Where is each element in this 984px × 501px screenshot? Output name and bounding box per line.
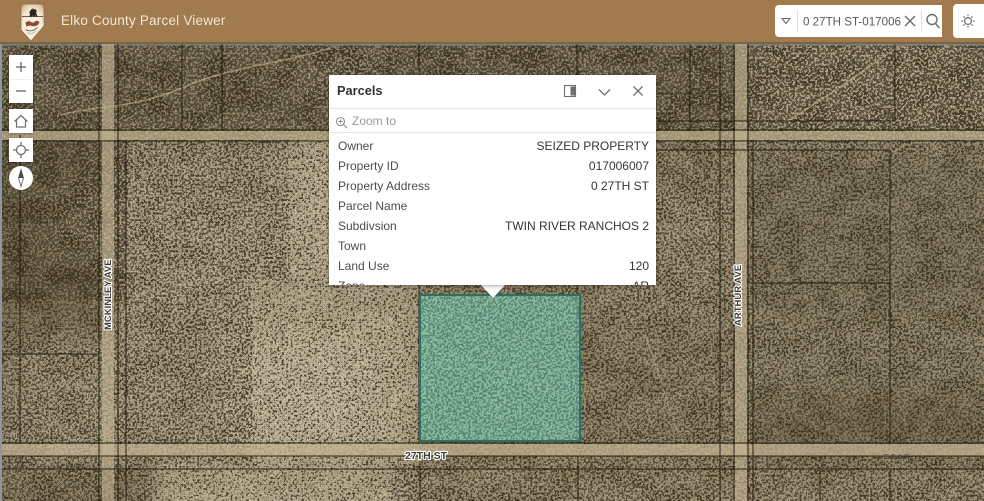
svg-text:0 27TH ST-01700600: 0 27TH ST-01700600 [803, 16, 914, 29]
svg-text:E.C.A.R.: E.C.A.R. [884, 454, 911, 461]
svg-text:ARTHUR AVE: ARTHUR AVE [733, 265, 744, 326]
svg-text:27TH ST: 27TH ST [405, 450, 448, 462]
svg-text:MCKINLEY AVE: MCKINLEY AVE [103, 259, 114, 330]
